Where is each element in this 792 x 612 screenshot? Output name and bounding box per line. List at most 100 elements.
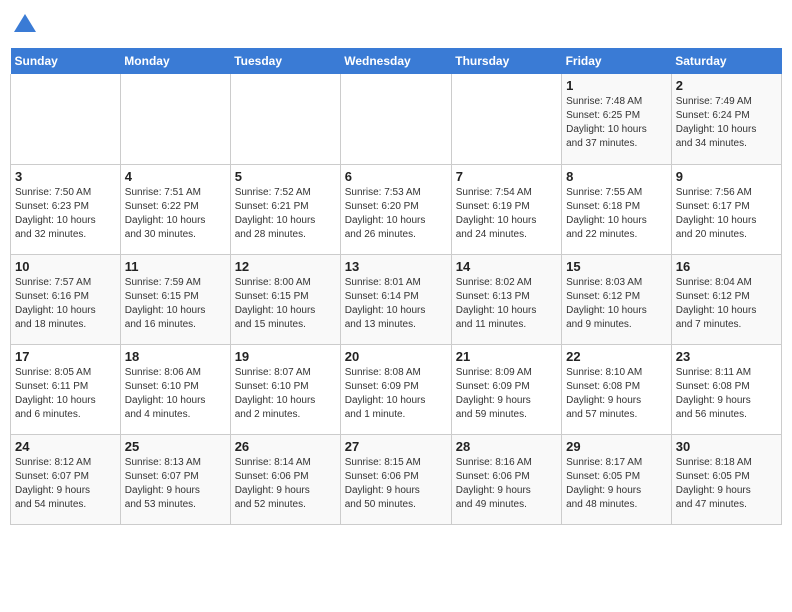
day-cell: [120, 74, 230, 164]
day-cell: 15Sunrise: 8:03 AM Sunset: 6:12 PM Dayli…: [562, 254, 672, 344]
day-cell: 5 Sunrise: 7:52 AM Sunset: 6:21 PM Daylig…: [230, 164, 340, 254]
day-cell: 8 Sunrise: 7:55 AM Sunset: 6:18 PM Daylig…: [562, 164, 672, 254]
day-number: 24: [15, 439, 116, 454]
day-info: Sunrise: 7:56 AM Sunset: 6:17 PM Dayligh…: [676, 186, 777, 242]
day-number: 22: [566, 349, 667, 364]
day-cell: 3 Sunrise: 7:50 AM Sunset: 6:23 PM Daylig…: [11, 164, 121, 254]
day-cell: 9 Sunrise: 7:56 AM Sunset: 6:17 PM Daylig…: [671, 164, 781, 254]
day-info: Sunrise: 7:50 AM Sunset: 6:23 PM Dayligh…: [15, 186, 116, 242]
column-header-monday: Monday: [120, 48, 230, 74]
day-number: 18: [125, 349, 226, 364]
day-number: 23: [676, 349, 777, 364]
day-cell: 16 Sunrise: 8:04 AM Sunset: 6:12 PM Dayli…: [671, 254, 781, 344]
day-number: 29: [566, 439, 667, 454]
day-info: Sunrise: 8:05 AM Sunset: 6:11 PM Dayligh…: [15, 366, 116, 422]
day-cell: 19 Sunrise: 8:07 AM Sunset: 6:10 PM Dayli…: [230, 344, 340, 434]
day-cell: 23 Sunrise: 8:11 AM Sunset: 6:08 PM Dayli…: [671, 344, 781, 434]
column-header-sunday: Sunday: [11, 48, 121, 74]
day-cell: 22 Sunrise: 8:10 AM Sunset: 6:08 PM Dayli…: [562, 344, 672, 434]
day-info: Sunrise: 8:12 AM Sunset: 6:07 PM Dayligh…: [15, 456, 116, 512]
day-info: Sunrise: 8:09 AM Sunset: 6:09 PM Dayligh…: [456, 366, 557, 422]
day-info: Sunrise: 7:53 AM Sunset: 6:20 PM Dayligh…: [345, 186, 447, 242]
day-info: Sunrise: 8:00 AM Sunset: 6:15 PM Dayligh…: [235, 276, 336, 332]
week-row-5: 24 Sunrise: 8:12 AM Sunset: 6:07 PM Dayli…: [11, 434, 782, 524]
day-info: Sunrise: 7:49 AM Sunset: 6:24 PM Dayligh…: [676, 95, 777, 151]
day-number: 8: [566, 169, 667, 184]
day-info: Sunrise: 7:54 AM Sunset: 6:19 PM Dayligh…: [456, 186, 557, 242]
day-cell: 10 Sunrise: 7:57 AM Sunset: 6:16 PM Dayli…: [11, 254, 121, 344]
day-cell: 21 Sunrise: 8:09 AM Sunset: 6:09 PM Dayli…: [451, 344, 561, 434]
column-header-wednesday: Wednesday: [340, 48, 451, 74]
day-info: Sunrise: 7:59 AM Sunset: 6:15 PM Dayligh…: [125, 276, 226, 332]
day-cell: [340, 74, 451, 164]
day-cell: 1 Sunrise: 7:48 AM Sunset: 6:25 PM Daylig…: [562, 74, 672, 164]
week-row-4: 17 Sunrise: 8:05 AM Sunset: 6:11 PM Dayli…: [11, 344, 782, 434]
calendar-table: SundayMondayTuesdayWednesdayThursdayFrid…: [10, 48, 782, 525]
day-cell: 25 Sunrise: 8:13 AM Sunset: 6:07 PM Dayli…: [120, 434, 230, 524]
day-number: 4: [125, 169, 226, 184]
week-row-1: 1 Sunrise: 7:48 AM Sunset: 6:25 PM Daylig…: [11, 74, 782, 164]
day-number: 11: [125, 259, 226, 274]
day-cell: 30 Sunrise: 8:18 AM Sunset: 6:05 PM Dayli…: [671, 434, 781, 524]
day-info: Sunrise: 8:06 AM Sunset: 6:10 PM Dayligh…: [125, 366, 226, 422]
day-cell: [230, 74, 340, 164]
day-info: Sunrise: 8:16 AM Sunset: 6:06 PM Dayligh…: [456, 456, 557, 512]
day-number: 30: [676, 439, 777, 454]
day-info: Sunrise: 8:04 AM Sunset: 6:12 PM Dayligh…: [676, 276, 777, 332]
day-info: Sunrise: 8:13 AM Sunset: 6:07 PM Dayligh…: [125, 456, 226, 512]
day-number: 14: [456, 259, 557, 274]
day-number: 16: [676, 259, 777, 274]
day-cell: 17 Sunrise: 8:05 AM Sunset: 6:11 PM Dayli…: [11, 344, 121, 434]
day-number: 9: [676, 169, 777, 184]
day-number: 25: [125, 439, 226, 454]
day-number: 3: [15, 169, 116, 184]
logo-icon: [10, 10, 40, 40]
day-cell: 11 Sunrise: 7:59 AM Sunset: 6:15 PM Dayli…: [120, 254, 230, 344]
day-cell: 20 Sunrise: 8:08 AM Sunset: 6:09 PM Dayli…: [340, 344, 451, 434]
day-info: Sunrise: 8:01 AM Sunset: 6:14 PM Dayligh…: [345, 276, 447, 332]
day-info: Sunrise: 8:10 AM Sunset: 6:08 PM Dayligh…: [566, 366, 667, 422]
day-cell: 2 Sunrise: 7:49 AM Sunset: 6:24 PM Daylig…: [671, 74, 781, 164]
day-cell: 13Sunrise: 8:01 AM Sunset: 6:14 PM Dayli…: [340, 254, 451, 344]
day-info: Sunrise: 8:07 AM Sunset: 6:10 PM Dayligh…: [235, 366, 336, 422]
day-cell: 29 Sunrise: 8:17 AM Sunset: 6:05 PM Dayli…: [562, 434, 672, 524]
day-number: 27: [345, 439, 447, 454]
day-number: 7: [456, 169, 557, 184]
column-header-saturday: Saturday: [671, 48, 781, 74]
day-info: Sunrise: 8:11 AM Sunset: 6:08 PM Dayligh…: [676, 366, 777, 422]
day-cell: [451, 74, 561, 164]
day-info: Sunrise: 8:02 AM Sunset: 6:13 PM Dayligh…: [456, 276, 557, 332]
day-number: 5: [235, 169, 336, 184]
day-number: 19: [235, 349, 336, 364]
day-cell: 6 Sunrise: 7:53 AM Sunset: 6:20 PM Daylig…: [340, 164, 451, 254]
day-info: Sunrise: 7:52 AM Sunset: 6:21 PM Dayligh…: [235, 186, 336, 242]
day-cell: 7 Sunrise: 7:54 AM Sunset: 6:19 PM Daylig…: [451, 164, 561, 254]
day-info: Sunrise: 7:55 AM Sunset: 6:18 PM Dayligh…: [566, 186, 667, 242]
day-number: 21: [456, 349, 557, 364]
day-cell: 12 Sunrise: 8:00 AM Sunset: 6:15 PM Dayli…: [230, 254, 340, 344]
day-number: 10: [15, 259, 116, 274]
day-number: 20: [345, 349, 447, 364]
day-info: Sunrise: 8:08 AM Sunset: 6:09 PM Dayligh…: [345, 366, 447, 422]
day-number: 2: [676, 78, 777, 93]
column-header-tuesday: Tuesday: [230, 48, 340, 74]
day-number: 1: [566, 78, 667, 93]
day-cell: 27 Sunrise: 8:15 AM Sunset: 6:06 PM Dayli…: [340, 434, 451, 524]
day-cell: [11, 74, 121, 164]
day-info: Sunrise: 7:48 AM Sunset: 6:25 PM Dayligh…: [566, 95, 667, 151]
day-info: Sunrise: 8:18 AM Sunset: 6:05 PM Dayligh…: [676, 456, 777, 512]
day-info: Sunrise: 7:57 AM Sunset: 6:16 PM Dayligh…: [15, 276, 116, 332]
day-number: 15: [566, 259, 667, 274]
day-info: Sunrise: 8:17 AM Sunset: 6:05 PM Dayligh…: [566, 456, 667, 512]
week-row-2: 3 Sunrise: 7:50 AM Sunset: 6:23 PM Daylig…: [11, 164, 782, 254]
day-info: Sunrise: 8:14 AM Sunset: 6:06 PM Dayligh…: [235, 456, 336, 512]
day-cell: 28Sunrise: 8:16 AM Sunset: 6:06 PM Dayli…: [451, 434, 561, 524]
day-number: 17: [15, 349, 116, 364]
day-cell: 18 Sunrise: 8:06 AM Sunset: 6:10 PM Dayli…: [120, 344, 230, 434]
calendar-header-row: SundayMondayTuesdayWednesdayThursdayFrid…: [11, 48, 782, 74]
day-number: 6: [345, 169, 447, 184]
logo: [10, 10, 44, 40]
day-number: 12: [235, 259, 336, 274]
day-info: Sunrise: 8:15 AM Sunset: 6:06 PM Dayligh…: [345, 456, 447, 512]
day-number: 26: [235, 439, 336, 454]
